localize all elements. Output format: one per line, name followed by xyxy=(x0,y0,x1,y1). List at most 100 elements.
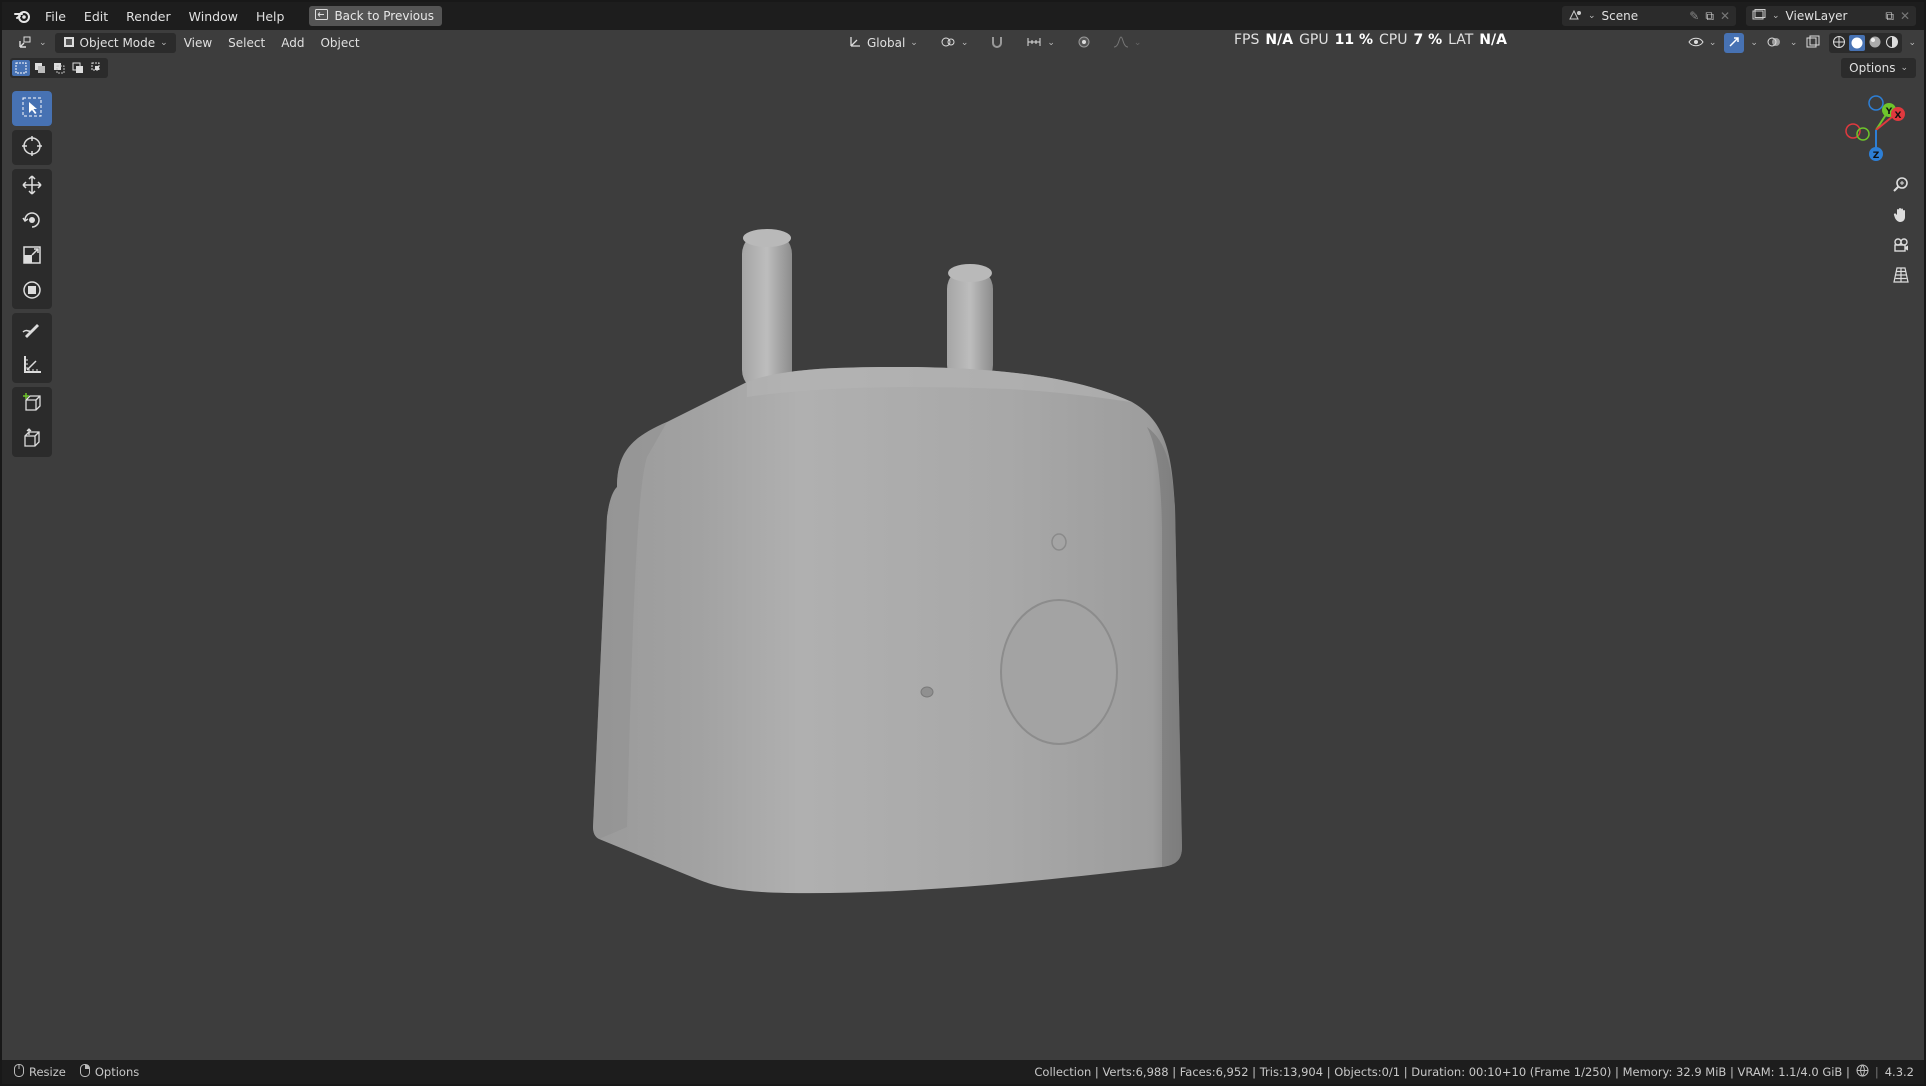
rotate-tool[interactable] xyxy=(12,204,52,239)
cpu-label: CPU xyxy=(1379,32,1408,48)
new-scene-icon[interactable]: ⧉ xyxy=(1705,9,1714,24)
orientation-axes-icon xyxy=(848,35,862,52)
top-menu-bar: File Edit Render Window Help Back to Pre… xyxy=(2,2,1924,30)
gizmo-toggle[interactable] xyxy=(1724,33,1745,53)
chevron-down-icon: ⌄ xyxy=(1708,38,1717,48)
magnet-icon xyxy=(990,35,1004,52)
chevron-down-icon: ⌄ xyxy=(1900,63,1908,73)
options-hint-label: Options xyxy=(94,1065,140,1079)
chevron-down-icon: ⌄ xyxy=(910,38,918,48)
chevron-down-icon[interactable]: ⌄ xyxy=(1908,38,1916,48)
header-center-tools: Global ⌄ ⌄ ⌄ ⌄ xyxy=(840,33,1149,53)
options-label: Options xyxy=(1849,61,1896,75)
chevron-down-icon[interactable]: ⌄ xyxy=(1750,38,1758,48)
editor-type-button[interactable]: ⌄ xyxy=(10,33,55,53)
select-intersect-icon[interactable] xyxy=(88,60,106,76)
cursor-tool[interactable] xyxy=(12,130,52,165)
select-invert-icon[interactable] xyxy=(69,60,87,76)
navigation-gizmo[interactable]: Y X Z xyxy=(1832,88,1912,178)
resize-hint: Resize xyxy=(14,1064,66,1080)
rotate-icon xyxy=(21,209,43,235)
topbar-right: ⌄ Scene ✎ ⧉ ✕ ⌄ ViewLayer ⧉ ✕ xyxy=(1562,6,1916,26)
menu-view[interactable]: View xyxy=(176,33,220,53)
new-view-layer-icon[interactable]: ⧉ xyxy=(1885,9,1894,24)
select-box-tool[interactable] xyxy=(12,91,52,126)
back-to-previous-button[interactable]: Back to Previous xyxy=(309,6,442,26)
pan-button[interactable] xyxy=(1888,205,1914,229)
adapter-3d-model[interactable] xyxy=(587,227,1227,911)
blender-logo-icon[interactable] xyxy=(10,8,36,24)
add-cube-tool[interactable] xyxy=(12,387,52,422)
mouse-right-icon xyxy=(79,1064,90,1080)
scene-selector[interactable]: ⌄ Scene ✎ ⧉ ✕ xyxy=(1562,6,1736,26)
menu-file[interactable]: File xyxy=(36,2,75,30)
shading-modes xyxy=(1829,33,1903,53)
view-layer-selector[interactable]: ⌄ ViewLayer ⧉ ✕ xyxy=(1746,6,1916,26)
fps-label: FPS xyxy=(1234,32,1260,48)
view-layer-icon xyxy=(1752,8,1766,24)
scale-icon xyxy=(21,244,43,270)
object-mode-icon xyxy=(63,36,75,51)
gpu-label: GPU xyxy=(1299,32,1329,48)
menu-add[interactable]: Add xyxy=(273,33,312,53)
y-axis-label: Y xyxy=(1885,107,1893,117)
xray-icon xyxy=(1806,35,1820,52)
lat-value: N/A xyxy=(1479,32,1507,48)
tool-group-add xyxy=(12,387,52,457)
navigation-buttons xyxy=(1888,175,1914,289)
performance-overlay: FPS N/A GPU 11 % CPU 7 % LAT N/A xyxy=(1234,32,1507,48)
scene-name: Scene xyxy=(1601,9,1639,23)
transform-orientation-selector[interactable]: Global ⌄ xyxy=(840,33,926,53)
proportional-editing-toggle[interactable] xyxy=(1069,33,1099,53)
chevron-down-icon[interactable]: ⌄ xyxy=(1790,38,1798,48)
rendered-shading-icon[interactable] xyxy=(1885,35,1899,52)
options-button[interactable]: Options ⌄ xyxy=(1841,58,1916,78)
orientation-label: Global xyxy=(867,36,906,50)
menu-window[interactable]: Window xyxy=(180,2,247,30)
menu-select[interactable]: Select xyxy=(220,33,273,53)
camera-view-button[interactable] xyxy=(1888,235,1914,259)
close-icon[interactable]: ✕ xyxy=(1720,9,1730,23)
wireframe-shading-icon[interactable] xyxy=(1832,35,1846,52)
extrude-tool[interactable] xyxy=(12,422,52,457)
back-to-previous-label: Back to Previous xyxy=(334,9,434,23)
solid-shading-icon[interactable] xyxy=(1849,35,1866,51)
mode-selector[interactable]: Object Mode ⌄ xyxy=(54,33,176,53)
cpu-value: 7 % xyxy=(1413,32,1443,48)
proportional-editing-icon xyxy=(1077,35,1091,52)
annotate-tool[interactable] xyxy=(12,313,52,348)
pivot-point-selector[interactable]: ⌄ xyxy=(932,33,977,53)
transform-icon xyxy=(21,279,43,305)
select-extend-icon[interactable] xyxy=(31,60,49,76)
close-icon[interactable]: ✕ xyxy=(1900,9,1910,23)
gpu-value: 11 % xyxy=(1334,32,1373,48)
extrude-icon xyxy=(21,427,43,453)
move-tool[interactable] xyxy=(12,169,52,204)
overlays-toggle[interactable] xyxy=(1764,33,1784,53)
chevron-down-icon: ⌄ xyxy=(39,38,47,48)
mode-label: Object Mode xyxy=(79,36,156,50)
select-new-icon[interactable] xyxy=(12,60,30,76)
snap-target-selector[interactable]: ⌄ xyxy=(1018,33,1063,53)
z-negative-axis[interactable] xyxy=(1868,95,1884,111)
perspective-toggle-button[interactable] xyxy=(1888,265,1914,289)
visibility-selector[interactable]: ⌄ xyxy=(1686,33,1719,53)
material-shading-icon[interactable] xyxy=(1868,35,1882,52)
left-prong xyxy=(742,229,792,392)
measure-tool[interactable] xyxy=(12,348,52,383)
snap-toggle[interactable] xyxy=(982,33,1012,53)
select-subtract-icon[interactable] xyxy=(50,60,68,76)
xray-toggle[interactable] xyxy=(1803,33,1823,53)
menu-object[interactable]: Object xyxy=(312,33,367,53)
pin-icon[interactable]: ✎ xyxy=(1689,9,1699,23)
annotate-pencil-icon xyxy=(21,318,43,344)
menu-help[interactable]: Help xyxy=(247,2,294,30)
transform-tool[interactable] xyxy=(12,274,52,309)
falloff-selector[interactable]: ⌄ xyxy=(1105,33,1150,53)
scale-tool[interactable] xyxy=(12,239,52,274)
menu-edit[interactable]: Edit xyxy=(75,2,117,30)
zoom-button[interactable] xyxy=(1888,175,1914,199)
chevron-down-icon: ⌄ xyxy=(960,38,969,48)
header-right-tools: ⌄ ⌄ ⌄ ⌄ xyxy=(1686,33,1916,53)
menu-render[interactable]: Render xyxy=(117,2,180,30)
